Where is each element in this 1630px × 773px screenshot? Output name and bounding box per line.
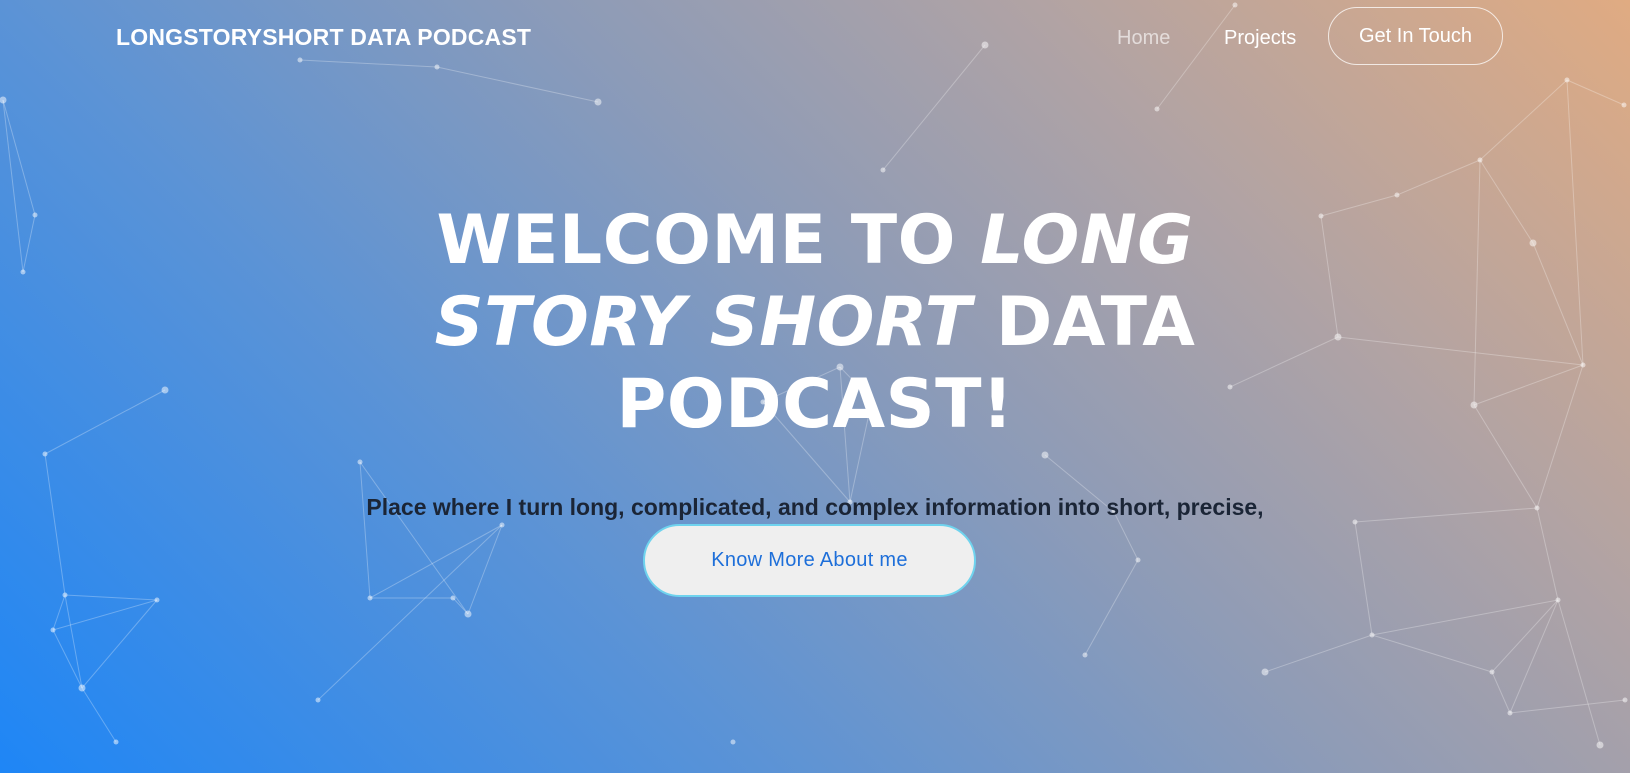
network-node	[50, 627, 56, 633]
network-node	[1082, 652, 1088, 658]
network-node	[1622, 697, 1628, 703]
hero-title-part1: WELCOME TO	[436, 201, 981, 280]
network-line	[64, 594, 158, 601]
network-node	[594, 98, 602, 106]
network-line	[1566, 79, 1625, 106]
network-line	[1084, 559, 1139, 656]
network-line	[64, 594, 83, 689]
network-line	[1479, 79, 1568, 161]
network-node	[1489, 669, 1495, 675]
network-node	[62, 592, 68, 598]
network-node	[367, 595, 373, 601]
network-node	[730, 739, 736, 745]
network-line	[1509, 699, 1626, 714]
network-line	[1509, 599, 1559, 714]
network-node	[1555, 597, 1561, 603]
get-in-touch-button[interactable]: Get In Touch	[1328, 7, 1503, 65]
network-node	[1564, 77, 1570, 83]
network-line	[1557, 599, 1601, 746]
network-line	[52, 594, 66, 631]
know-more-button[interactable]: Know More About me	[643, 524, 976, 597]
network-node	[1394, 192, 1400, 198]
network-line	[81, 687, 117, 743]
brand-logo-text[interactable]: LONGSTORYSHORT DATA PODCAST	[116, 24, 531, 51]
hero-title: WELCOME TO LONG STORY SHORT DATA PODCAST…	[315, 200, 1315, 446]
network-line	[1264, 634, 1373, 673]
hero-section: WELCOME TO LONG STORY SHORT DATA PODCAST…	[0, 200, 1630, 564]
network-node	[1621, 102, 1627, 108]
network-node	[1507, 710, 1513, 716]
navbar: LONGSTORYSHORT DATA PODCAST Home Project…	[0, 0, 1630, 76]
network-line	[1396, 159, 1481, 196]
network-node	[315, 697, 321, 703]
network-node	[154, 597, 160, 603]
network-node	[464, 610, 472, 618]
network-node	[113, 739, 119, 745]
network-node	[450, 595, 456, 601]
network-line	[52, 629, 83, 689]
network-node	[880, 167, 886, 173]
network-line	[2, 99, 36, 216]
network-node	[1369, 632, 1375, 638]
nav-link-projects[interactable]: Projects	[1224, 27, 1296, 50]
network-line	[81, 599, 158, 689]
network-node	[1596, 741, 1604, 749]
network-node	[1261, 668, 1269, 676]
network-node	[0, 96, 7, 104]
network-node	[1477, 157, 1483, 163]
network-line	[1491, 671, 1511, 714]
network-node	[78, 684, 86, 692]
network-node	[1154, 106, 1160, 112]
nav-link-home[interactable]: Home	[1117, 27, 1170, 50]
network-line	[1371, 634, 1493, 673]
